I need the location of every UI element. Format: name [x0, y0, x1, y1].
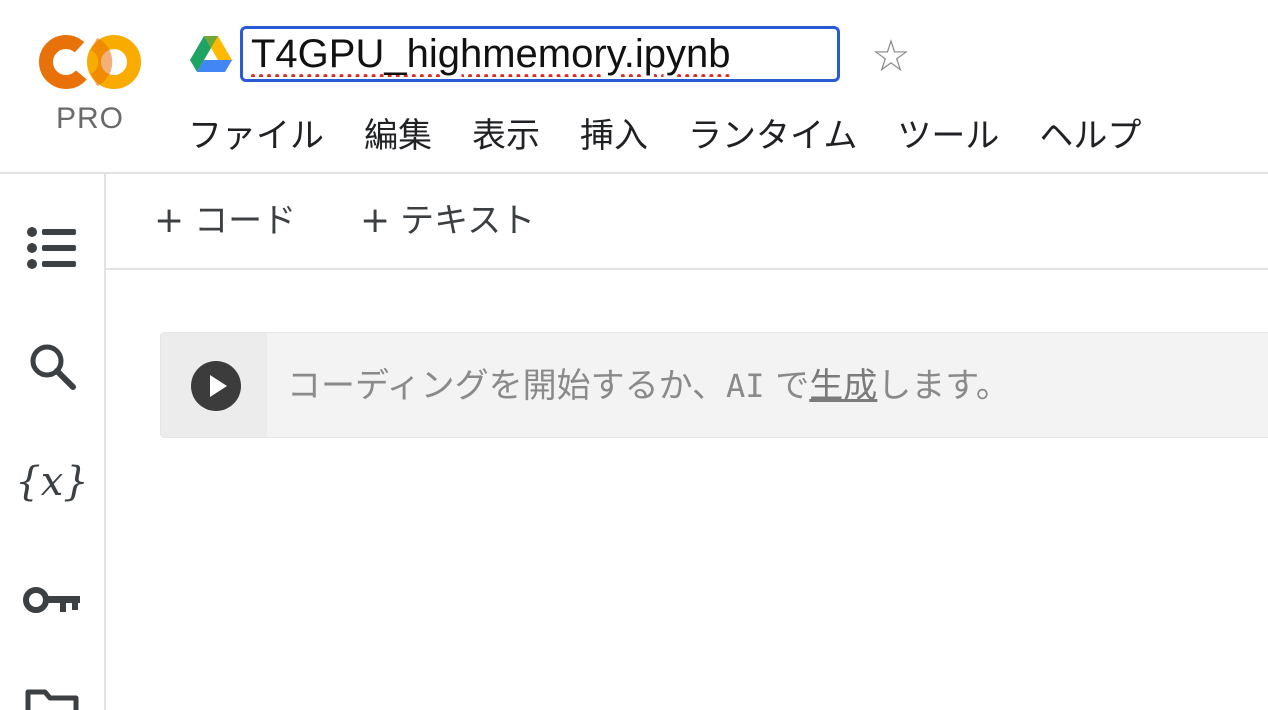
- menu-bar: ファイル 編集 表示 挿入 ランタイム ツール ヘルプ: [188, 112, 1181, 160]
- colab-logo-icon: [39, 35, 141, 89]
- menu-tools[interactable]: ツール: [897, 112, 999, 160]
- header: PRO ☆ ファイル 編集 表示 挿入 ランタイム ツール ヘルプ: [0, 0, 1268, 174]
- placeholder-ai: AI: [725, 367, 765, 405]
- menu-view[interactable]: 表示: [472, 112, 540, 160]
- table-of-contents-icon[interactable]: [20, 216, 84, 280]
- secrets-key-icon: [23, 587, 80, 613]
- menu-help[interactable]: ヘルプ: [1039, 112, 1141, 160]
- notebook-toolbar: + コード + テキスト: [106, 174, 1268, 270]
- pro-badge: PRO: [55, 102, 124, 135]
- side-rail: {x}: [0, 174, 106, 710]
- colab-logo[interactable]: PRO: [36, 30, 144, 140]
- add-text-button[interactable]: + テキスト: [360, 196, 535, 246]
- search-icon[interactable]: [20, 334, 84, 398]
- add-code-label: コード: [194, 201, 297, 241]
- add-code-button[interactable]: + コード: [154, 196, 296, 246]
- cell-gutter: [161, 333, 267, 437]
- plus-icon: +: [154, 200, 185, 241]
- menu-file[interactable]: ファイル: [188, 112, 324, 160]
- generate-link[interactable]: 生成: [809, 366, 877, 406]
- variables-icon[interactable]: {x}: [15, 450, 88, 514]
- play-icon: [210, 375, 227, 397]
- plus-icon: +: [360, 200, 391, 241]
- files-folder-icon: [25, 689, 79, 710]
- menu-edit[interactable]: 編集: [364, 112, 432, 160]
- code-cell[interactable]: コーディングを開始するか、AI で生成します。: [160, 332, 1268, 438]
- placeholder-text-start: コーディングを開始するか、: [287, 366, 726, 406]
- key-icon[interactable]: [20, 568, 84, 632]
- placeholder-text-end: します。: [877, 366, 1010, 406]
- magnifier-icon: [30, 344, 76, 390]
- add-text-label: テキスト: [400, 201, 536, 241]
- google-drive-icon[interactable]: [190, 34, 232, 72]
- run-cell-button[interactable]: [191, 361, 241, 411]
- list-icon: [27, 227, 76, 269]
- cell-placeholder[interactable]: コーディングを開始するか、AI で生成します。: [287, 361, 1010, 411]
- star-icon[interactable]: ☆: [868, 34, 914, 80]
- notebook-title-input[interactable]: [240, 26, 840, 82]
- menu-runtime[interactable]: ランタイム: [688, 112, 857, 160]
- menu-insert[interactable]: 挿入: [580, 112, 648, 160]
- folder-icon[interactable]: [20, 674, 84, 710]
- colab-app: PRO ☆ ファイル 編集 表示 挿入 ランタイム ツール ヘルプ: [0, 0, 1268, 710]
- placeholder-text-mid: で: [764, 366, 810, 406]
